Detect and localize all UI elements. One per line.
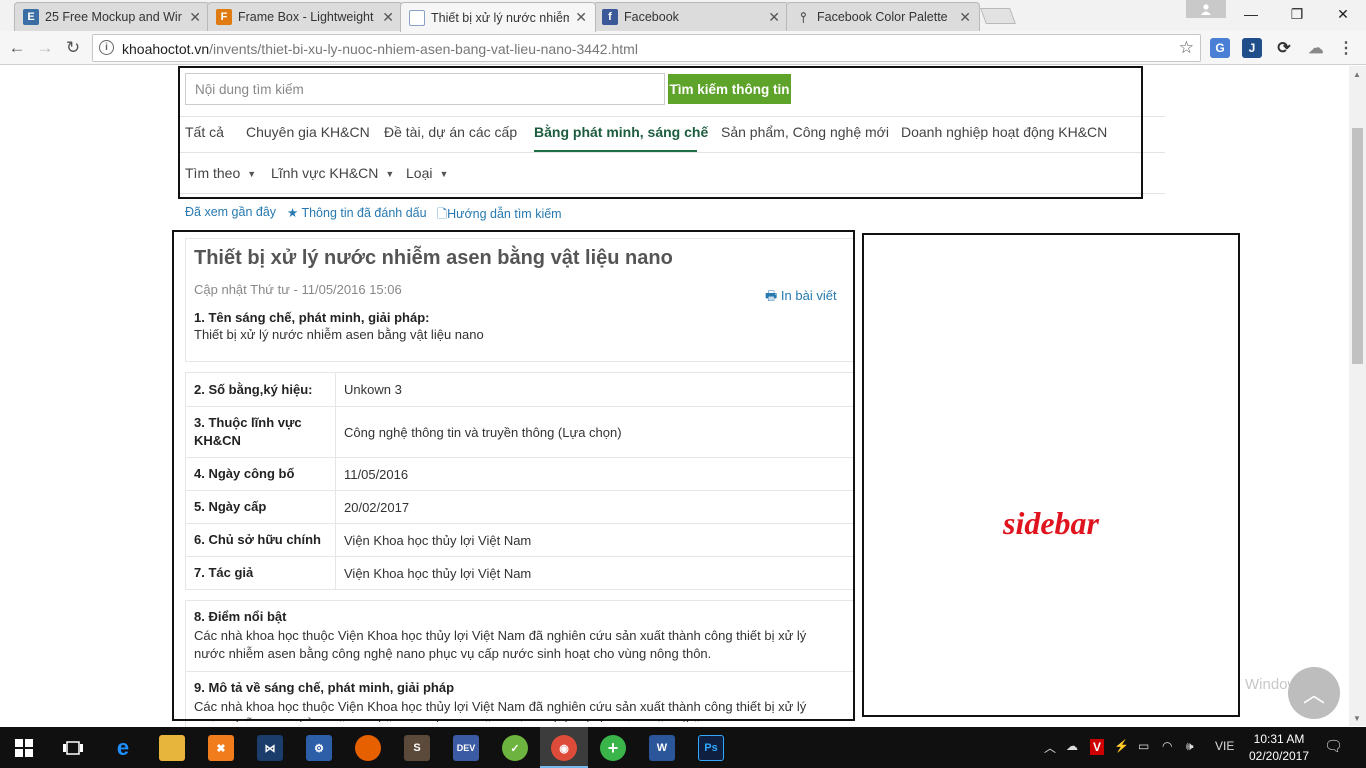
reload-icon[interactable]: ↻ (60, 35, 86, 61)
bookmarked-link[interactable]: ★ Thông tin đã đánh dấu (287, 205, 427, 220)
language-indicator[interactable]: VIE (1215, 739, 1234, 753)
cloud-extension-icon[interactable]: ☁ (1306, 38, 1326, 58)
wifi-icon[interactable]: ◠ (1162, 739, 1172, 753)
menu-icon[interactable]: ⋮ (1336, 38, 1356, 58)
task-view-icon[interactable] (60, 735, 86, 761)
windows-start-icon[interactable] (11, 735, 37, 761)
close-tab-icon[interactable]: ✕ (575, 9, 587, 26)
xampp-icon[interactable]: ✖ (208, 735, 234, 761)
bookmark-star-icon[interactable]: ☆ (1179, 38, 1194, 58)
main-content-box (172, 230, 855, 721)
scrollbar-thumb[interactable] (1352, 128, 1363, 364)
chevron-up-icon: ︿ (1302, 682, 1325, 707)
search-guide-label: Hướng dẫn tìm kiếm (447, 207, 562, 221)
recently-viewed-link[interactable]: Đã xem gần đây (185, 205, 276, 219)
green-app-icon[interactable]: ✓ (502, 735, 528, 761)
site-info-icon[interactable]: i (99, 40, 114, 55)
document-icon: 🗋 (437, 207, 448, 221)
plus-app-icon[interactable]: + (600, 735, 626, 761)
photoshop-icon[interactable]: Ps (698, 735, 724, 761)
scroll-to-top-button[interactable]: ︿ (1288, 667, 1340, 719)
dev-cpp-icon[interactable]: DEV (453, 735, 479, 761)
browser-tab-bar: E 25 Free Mockup and Wir ✕ F Frame Box -… (0, 0, 1366, 32)
vertical-scrollbar[interactable]: ▲ ▼ (1349, 66, 1366, 726)
tab-title: Facebook (624, 10, 679, 24)
browser-tab-4[interactable]: ⫯ Facebook Color Palette ✕ (786, 2, 980, 31)
scroll-up-arrow-icon[interactable]: ▲ (1353, 70, 1361, 79)
word-icon[interactable]: W (649, 735, 675, 761)
bookmarked-label: Thông tin đã đánh dấu (301, 206, 427, 220)
close-tab-icon[interactable]: ✕ (768, 9, 780, 26)
clock-date[interactable]: 02/20/2017 (1245, 749, 1313, 763)
windows-taskbar: e ✖ ⋈ ⚙ S DEV ✓ ◉ + W Ps ︿ ☁ V ⚡ ▭ ◠ 🕪 V… (0, 727, 1366, 768)
page-icon (409, 9, 425, 26)
pin-icon: ⫯ (799, 8, 807, 25)
search-guide-link[interactable]: 🗋Hướng dẫn tìm kiếm (437, 205, 562, 226)
cloud-tray-icon[interactable]: ☁ (1066, 739, 1078, 753)
facebook-icon: f (602, 9, 618, 25)
tab-favicon-icon: E (23, 9, 39, 25)
file-explorer-icon[interactable] (159, 735, 185, 761)
browser-toolbar: ← → ↻ i khoahoctot.vn/invents/thiet-bi-x… (0, 31, 1366, 65)
sidebar-box (862, 233, 1240, 717)
browser-tab-3[interactable]: f Facebook ✕ (593, 2, 789, 31)
tab-title: Facebook Color Palette (817, 10, 948, 24)
dev-tool-icon[interactable]: ⚙ (306, 735, 332, 761)
network-tool-icon[interactable]: ⋈ (257, 735, 283, 761)
browser-tab-1[interactable]: F Frame Box - Lightweight ✕ (207, 2, 403, 31)
show-hidden-icons-chevron-icon[interactable]: ︿ (1044, 739, 1056, 756)
power-tray-icon[interactable]: ⚡ (1114, 739, 1129, 753)
url-path: /invents/thiet-bi-xu-ly-nuoc-nhiem-asen-… (209, 41, 638, 57)
address-bar[interactable]: i khoahoctot.vn/invents/thiet-bi-xu-ly-n… (92, 34, 1201, 62)
browser-tab-2-active[interactable]: Thiết bị xử lý nước nhiễm ✕ (400, 2, 596, 32)
battery-icon[interactable]: ▭ (1138, 739, 1149, 753)
antivirus-tray-icon[interactable]: V (1090, 739, 1105, 755)
tab-favicon-icon: F (216, 9, 232, 25)
scroll-down-arrow-icon[interactable]: ▼ (1353, 714, 1361, 723)
forward-icon[interactable]: → (32, 35, 58, 61)
clock-time[interactable]: 10:31 AM (1253, 732, 1305, 746)
sublime-text-icon[interactable]: S (404, 735, 430, 761)
close-tab-icon[interactable]: ✕ (382, 9, 394, 26)
star-icon: ★ (287, 206, 299, 220)
chrome-icon[interactable]: ◉ (551, 735, 577, 761)
sidebar-label: sidebar (1003, 505, 1099, 541)
browser-tab-0[interactable]: E 25 Free Mockup and Wir ✕ (14, 2, 210, 31)
action-center-icon[interactable]: 🗨 (1324, 737, 1343, 755)
sync-extension-icon[interactable]: ⟳ (1274, 38, 1294, 58)
translate-extension-icon[interactable]: G (1210, 38, 1230, 58)
firefox-icon[interactable] (355, 735, 381, 761)
edge-browser-icon[interactable]: e (110, 735, 136, 761)
header-region-box (178, 66, 1143, 199)
tab-title: 25 Free Mockup and Wir (45, 10, 182, 24)
close-tab-icon[interactable]: ✕ (959, 9, 971, 26)
profile-icon[interactable] (1186, 0, 1226, 18)
tab-title: Thiết bị xử lý nước nhiễm (431, 10, 570, 25)
new-tab-button[interactable] (980, 8, 1016, 24)
back-icon[interactable]: ← (4, 35, 30, 61)
close-tab-icon[interactable]: ✕ (189, 9, 201, 26)
j-extension-icon[interactable]: J (1242, 38, 1262, 58)
minimize-icon[interactable]: — (1228, 0, 1274, 28)
volume-icon[interactable]: 🕪 (1186, 739, 1194, 754)
url-host: khoahoctot.vn (122, 41, 210, 57)
tab-title: Frame Box - Lightweight (238, 10, 374, 24)
close-window-icon[interactable]: ✕ (1320, 0, 1366, 28)
url-text[interactable]: khoahoctot.vn/invents/thiet-bi-xu-ly-nuo… (122, 41, 638, 57)
maximize-icon[interactable]: ❐ (1274, 0, 1320, 28)
